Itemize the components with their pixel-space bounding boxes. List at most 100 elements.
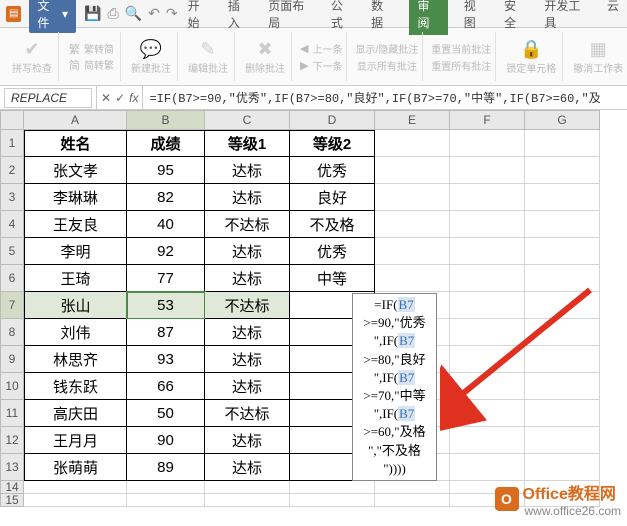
cell[interactable]: 不达标 <box>205 292 290 319</box>
cell[interactable]: 等级2 <box>290 130 375 157</box>
cell[interactable]: 王琦 <box>24 265 127 292</box>
cell[interactable]: 达标 <box>205 427 290 454</box>
cell[interactable]: 92 <box>127 238 205 265</box>
cell[interactable]: 王友良 <box>24 211 127 238</box>
row-header-4[interactable]: 4 <box>0 211 24 238</box>
redo-icon[interactable]: ↷ <box>166 5 178 22</box>
cell[interactable]: 达标 <box>205 265 290 292</box>
cell[interactable]: 77 <box>127 265 205 292</box>
row-header-8[interactable]: 8 <box>0 319 24 346</box>
col-header-B[interactable]: B <box>127 110 205 130</box>
tab-developer[interactable]: 开发工具 <box>542 0 591 35</box>
cell[interactable] <box>375 494 450 507</box>
formula-input[interactable]: =IF(B7>=90,"优秀",IF(B7>=80,"良好",IF(B7>=70… <box>143 87 627 108</box>
cell[interactable]: 李明 <box>24 238 127 265</box>
row-header-2[interactable]: 2 <box>0 157 24 184</box>
cell[interactable]: 良好 <box>290 184 375 211</box>
cell[interactable]: 82 <box>127 184 205 211</box>
col-header-G[interactable]: G <box>525 110 600 130</box>
cell[interactable] <box>450 454 525 481</box>
cell[interactable] <box>450 238 525 265</box>
cell[interactable]: 成绩 <box>127 130 205 157</box>
confirm-icon[interactable]: ✓ <box>115 91 125 105</box>
row-header-9[interactable]: 9 <box>0 346 24 373</box>
fx-icon[interactable]: fx <box>129 91 138 105</box>
row-header-12[interactable]: 12 <box>0 427 24 454</box>
row-header-11[interactable]: 11 <box>0 400 24 427</box>
cell[interactable]: 93 <box>127 346 205 373</box>
cell[interactable] <box>127 494 205 507</box>
cell[interactable]: 姓名 <box>24 130 127 157</box>
cell[interactable] <box>525 238 600 265</box>
cell[interactable] <box>375 130 450 157</box>
cell[interactable]: 等级1 <box>205 130 290 157</box>
cell[interactable]: 钱东跃 <box>24 373 127 400</box>
tab-security[interactable]: 安全 <box>502 0 528 35</box>
cell[interactable]: 达标 <box>205 157 290 184</box>
tab-view[interactable]: 视图 <box>462 0 488 35</box>
cell[interactable]: 高庆田 <box>24 400 127 427</box>
cell[interactable]: 达标 <box>205 238 290 265</box>
cell[interactable]: 王月月 <box>24 427 127 454</box>
cell[interactable] <box>375 481 450 494</box>
cancel-icon[interactable]: ✕ <box>101 91 111 105</box>
tab-layout[interactable]: 页面布局 <box>266 0 315 35</box>
cell[interactable]: 张文孝 <box>24 157 127 184</box>
file-menu[interactable]: 文件 ▾ <box>29 0 76 33</box>
col-header-D[interactable]: D <box>290 110 375 130</box>
row-header-1[interactable]: 1 <box>0 130 24 157</box>
cell[interactable]: 50 <box>127 400 205 427</box>
print-icon[interactable]: ⎙ <box>108 5 119 22</box>
tab-review[interactable]: 审阅 <box>409 0 447 35</box>
cell[interactable] <box>450 130 525 157</box>
ribbon-new-comment[interactable]: 💬 新建批注 <box>125 32 178 81</box>
cell[interactable] <box>375 211 450 238</box>
cell[interactable] <box>375 238 450 265</box>
cell[interactable] <box>205 494 290 507</box>
col-header-C[interactable]: C <box>205 110 290 130</box>
cell[interactable]: 不达标 <box>205 400 290 427</box>
cell[interactable] <box>525 130 600 157</box>
tab-cloud[interactable]: 云 <box>605 0 621 35</box>
tab-formula[interactable]: 公式 <box>329 0 355 35</box>
cell[interactable]: 不达标 <box>205 211 290 238</box>
home-icon[interactable]: ▤ <box>6 6 21 22</box>
col-header-F[interactable]: F <box>450 110 525 130</box>
ribbon-spellcheck[interactable]: ✔ 拼写检查 <box>6 32 59 81</box>
ribbon-delete-comment[interactable]: ✖ 删除批注 <box>239 32 292 81</box>
cell[interactable] <box>375 157 450 184</box>
cell[interactable]: 95 <box>127 157 205 184</box>
row-header-6[interactable]: 6 <box>0 265 24 292</box>
cell[interactable]: 89 <box>127 454 205 481</box>
ribbon-edit-comment[interactable]: ✎ 编辑批注 <box>182 32 235 81</box>
row-header-13[interactable]: 13 <box>0 454 24 481</box>
cell[interactable] <box>24 494 127 507</box>
cell[interactable]: 优秀 <box>290 238 375 265</box>
cell[interactable] <box>24 481 127 494</box>
tab-home[interactable]: 开始 <box>186 0 212 35</box>
cell[interactable]: 90 <box>127 427 205 454</box>
cell[interactable]: 66 <box>127 373 205 400</box>
cell[interactable] <box>525 157 600 184</box>
cell[interactable]: 达标 <box>205 319 290 346</box>
cell[interactable] <box>205 481 290 494</box>
preview-icon[interactable]: 🔍 <box>125 5 142 22</box>
cell[interactable]: 李琳琳 <box>24 184 127 211</box>
col-header-A[interactable]: A <box>24 110 127 130</box>
cell[interactable] <box>375 265 450 292</box>
cell[interactable] <box>525 184 600 211</box>
cell[interactable]: 刘伟 <box>24 319 127 346</box>
row-header-10[interactable]: 10 <box>0 373 24 400</box>
row-header-15[interactable]: 15 <box>0 494 24 507</box>
save-icon[interactable]: 💾 <box>84 5 101 22</box>
cell[interactable] <box>290 481 375 494</box>
formula-edit-overlay[interactable]: =IF(B7 >=90,"优秀 ",IF(B7 >=80,"良好 ",IF(B7… <box>352 293 437 481</box>
cell[interactable]: 中等 <box>290 265 375 292</box>
tab-data[interactable]: 数据 <box>369 0 395 35</box>
undo-icon[interactable]: ↶ <box>148 5 160 22</box>
cell[interactable]: 林思齐 <box>24 346 127 373</box>
cell[interactable]: 87 <box>127 319 205 346</box>
cell[interactable] <box>525 211 600 238</box>
row-header-7[interactable]: 7 <box>0 292 24 319</box>
cell[interactable]: 张山 <box>24 292 127 319</box>
